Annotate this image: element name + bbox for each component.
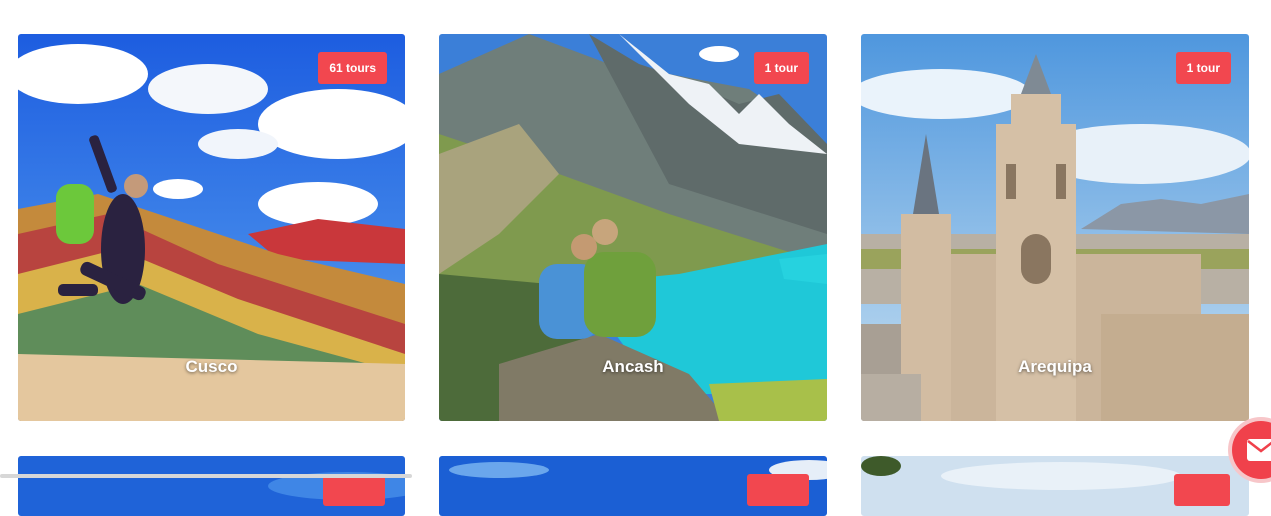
sky-photo [439, 456, 827, 516]
destination-name: Cusco [185, 357, 238, 376]
envelope-icon [1247, 439, 1271, 461]
tour-count-badge: 1 tour [753, 52, 809, 84]
sky-photo [861, 456, 1249, 516]
tour-count-badge: 1 tour [1175, 52, 1231, 84]
destination-name: Arequipa [1018, 357, 1092, 376]
destination-card[interactable] [861, 456, 1249, 516]
destination-name: Ancash [602, 357, 664, 376]
sky-photo [18, 456, 405, 516]
destination-card-ancash[interactable]: 1 tour Ancash [439, 34, 827, 421]
destination-card-cusco[interactable]: 61 tours Cusco [18, 34, 405, 421]
destination-card[interactable] [439, 456, 827, 516]
destination-card-arequipa[interactable]: 1 tour Arequipa [861, 34, 1249, 421]
tour-count-badge: 61 tours [318, 52, 387, 84]
horizontal-scrollbar[interactable] [0, 474, 412, 478]
destination-card[interactable] [18, 456, 405, 516]
